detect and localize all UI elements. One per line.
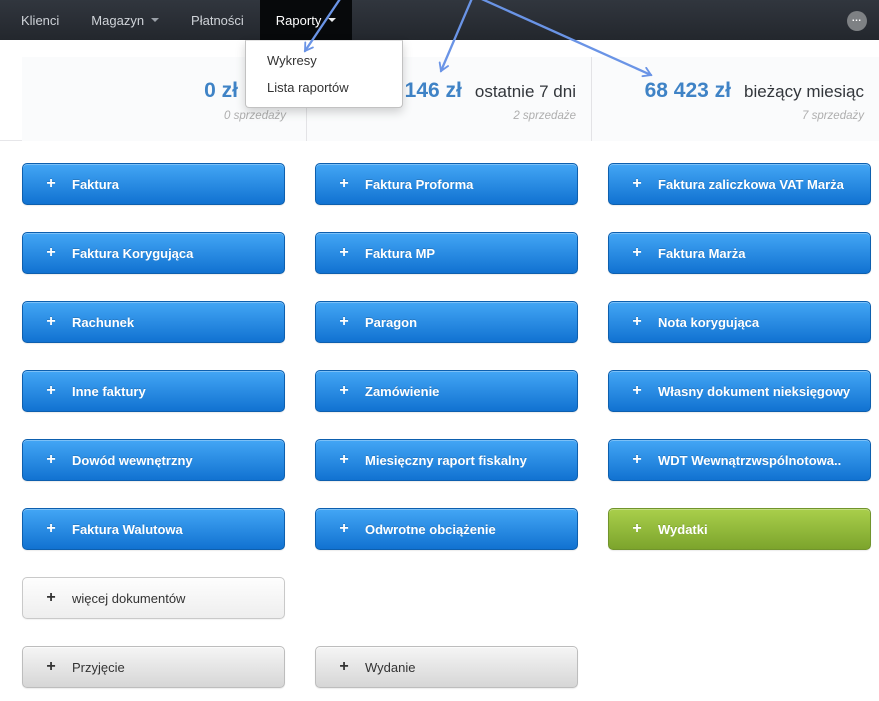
doc-button-faktura-walutowa[interactable]: + Faktura Walutowa <box>22 508 285 550</box>
doc-button-własny-dokument-nieksięgowy[interactable]: + Własny dokument nieksięgowy <box>608 370 871 412</box>
doc-button-label: Wydatki <box>658 521 708 537</box>
document-buttons-grid: + Faktura + Faktura Proforma + Faktura zalicz… <box>22 163 871 688</box>
stat-row: 146 zł ostatnie 7 dni <box>405 79 576 103</box>
doc-button-label: Dowód wewnętrzny <box>72 452 193 468</box>
plus-icon: + <box>632 451 642 468</box>
doc-button-nota-korygująca[interactable]: + Nota korygująca <box>608 301 871 343</box>
doc-button-label: Faktura zaliczkowa VAT Marża <box>658 176 844 192</box>
doc-button-label: Faktura Korygująca <box>72 245 194 261</box>
nav-item-label: Magazyn <box>91 12 145 28</box>
doc-button-zamówienie[interactable]: + Zamówienie <box>315 370 578 412</box>
nav-item-raporty[interactable]: Raporty <box>259 0 353 40</box>
doc-button-faktura-zaliczkowa-vat-marża[interactable]: + Faktura zaliczkowa VAT Marża <box>608 163 871 205</box>
doc-button-faktura-proforma[interactable]: + Faktura Proforma <box>315 163 578 205</box>
stat-label: ostatnie 7 dni <box>474 81 576 101</box>
plus-icon: + <box>339 244 349 261</box>
nav-item-label: Klienci <box>21 12 60 28</box>
doc-button-label: Własny dokument nieksięgowy <box>658 383 851 399</box>
nav-menu: Klienci Magazyn Płatności Raporty <box>0 0 353 40</box>
plus-icon: + <box>46 658 56 675</box>
doc-button-więcej-dokumentów[interactable]: + więcej dokumentów <box>22 577 285 619</box>
caret-down-icon <box>151 18 160 22</box>
doc-button-faktura-marża[interactable]: + Faktura Marża <box>608 232 871 274</box>
nav-item-label: Płatności <box>191 12 244 28</box>
doc-button-label: Paragon <box>365 314 418 330</box>
doc-button-wydatki[interactable]: + Wydatki <box>608 508 871 550</box>
doc-button-faktura[interactable]: + Faktura <box>22 163 285 205</box>
plus-icon: + <box>46 175 56 192</box>
doc-button-label: Przyjęcie <box>72 659 125 675</box>
stat-sales-count: 2 sprzedaże <box>513 109 576 122</box>
plus-icon: + <box>632 175 642 192</box>
plus-icon: + <box>339 520 349 537</box>
doc-button-przyjęcie[interactable]: + Przyjęcie <box>22 646 285 688</box>
doc-button-rachunek[interactable]: + Rachunek <box>22 301 285 343</box>
plus-icon: + <box>339 175 349 192</box>
nav-item-label: Raporty <box>275 12 322 28</box>
stat-value: 0 zł <box>204 78 238 102</box>
doc-button-label: Faktura <box>72 176 119 192</box>
doc-button-paragon[interactable]: + Paragon <box>315 301 578 343</box>
doc-button-label: Faktura Proforma <box>365 176 474 192</box>
plus-icon: + <box>339 382 349 399</box>
doc-button-odwrotne-obciążenie[interactable]: + Odwrotne obciążenie <box>315 508 578 550</box>
page: Klienci Magazyn Płatności Raporty … Wykr… <box>0 0 879 701</box>
nav-item-klienci[interactable]: Klienci <box>5 0 75 40</box>
overflow-menu-button[interactable]: … <box>847 11 867 31</box>
plus-icon: + <box>46 451 56 468</box>
stat-sales-count: 0 sprzedaży <box>223 109 286 122</box>
stat-sales-count: 7 sprzedaży <box>801 109 864 122</box>
top-navbar: Klienci Magazyn Płatności Raporty … <box>0 0 879 40</box>
doc-button-wydanie[interactable]: + Wydanie <box>315 646 578 688</box>
doc-button-dowód-wewnętrzny[interactable]: + Dowód wewnętrzny <box>22 439 285 481</box>
plus-icon: + <box>632 382 642 399</box>
plus-icon: + <box>46 589 56 606</box>
plus-icon: + <box>632 244 642 261</box>
sales-stats-section: 0 zł 0 sprzedaży 146 zł ostatnie 7 dni 2… <box>0 40 879 141</box>
caret-down-icon <box>328 18 337 22</box>
doc-button-label: Rachunek <box>72 314 135 330</box>
doc-button-miesięczny-raport-fiskalny[interactable]: + Miesięczny raport fiskalny <box>315 439 578 481</box>
doc-button-label: Wydanie <box>365 659 416 675</box>
plus-icon: + <box>46 382 56 399</box>
plus-icon: + <box>46 313 56 330</box>
doc-button-inne-faktury[interactable]: + Inne faktury <box>22 370 285 412</box>
plus-icon: + <box>46 244 56 261</box>
stat-current-month: 68 423 zł bieżący miesiąc 7 sprzedaży <box>592 57 879 141</box>
nav-item-platnosci[interactable]: Płatności <box>175 0 260 40</box>
plus-icon: + <box>46 520 56 537</box>
doc-button-label: Nota korygująca <box>658 314 760 330</box>
stat-value: 68 423 zł <box>644 78 731 102</box>
stat-label: bieżący miesiąc <box>744 81 864 101</box>
sales-stats-panel: 0 zł 0 sprzedaży 146 zł ostatnie 7 dni 2… <box>22 57 879 141</box>
doc-button-faktura-korygująca[interactable]: + Faktura Korygująca <box>22 232 285 274</box>
doc-button-label: Miesięczny raport fiskalny <box>365 452 527 468</box>
plus-icon: + <box>339 658 349 675</box>
doc-button-label: Zamówienie <box>365 383 440 399</box>
doc-button-label: Faktura Walutowa <box>72 521 183 537</box>
stat-value: 146 zł <box>404 78 462 102</box>
doc-button-label: więcej dokumentów <box>72 590 186 606</box>
nav-item-magazyn[interactable]: Magazyn <box>75 0 175 40</box>
doc-button-label: WDT Wewnątrzwspólnotowa.. <box>658 452 842 468</box>
plus-icon: + <box>339 313 349 330</box>
reports-dropdown: Wykresy Lista raportów <box>245 40 403 108</box>
doc-button-wdt-wewnątrzwspólnotowa[interactable]: + WDT Wewnątrzwspólnotowa.. <box>608 439 871 481</box>
dropdown-item-lista-raportow[interactable]: Lista raportów <box>246 74 402 101</box>
plus-icon: + <box>632 520 642 537</box>
dropdown-item-wykresy[interactable]: Wykresy <box>246 47 402 74</box>
doc-button-label: Faktura Marża <box>658 245 746 261</box>
plus-icon: + <box>632 313 642 330</box>
plus-icon: + <box>339 451 349 468</box>
doc-button-label: Inne faktury <box>72 383 146 399</box>
doc-button-label: Odwrotne obciążenie <box>365 521 496 537</box>
doc-button-faktura-mp[interactable]: + Faktura MP <box>315 232 578 274</box>
doc-button-label: Faktura MP <box>365 245 436 261</box>
stat-row: 68 423 zł bieżący miesiąc <box>645 79 864 103</box>
